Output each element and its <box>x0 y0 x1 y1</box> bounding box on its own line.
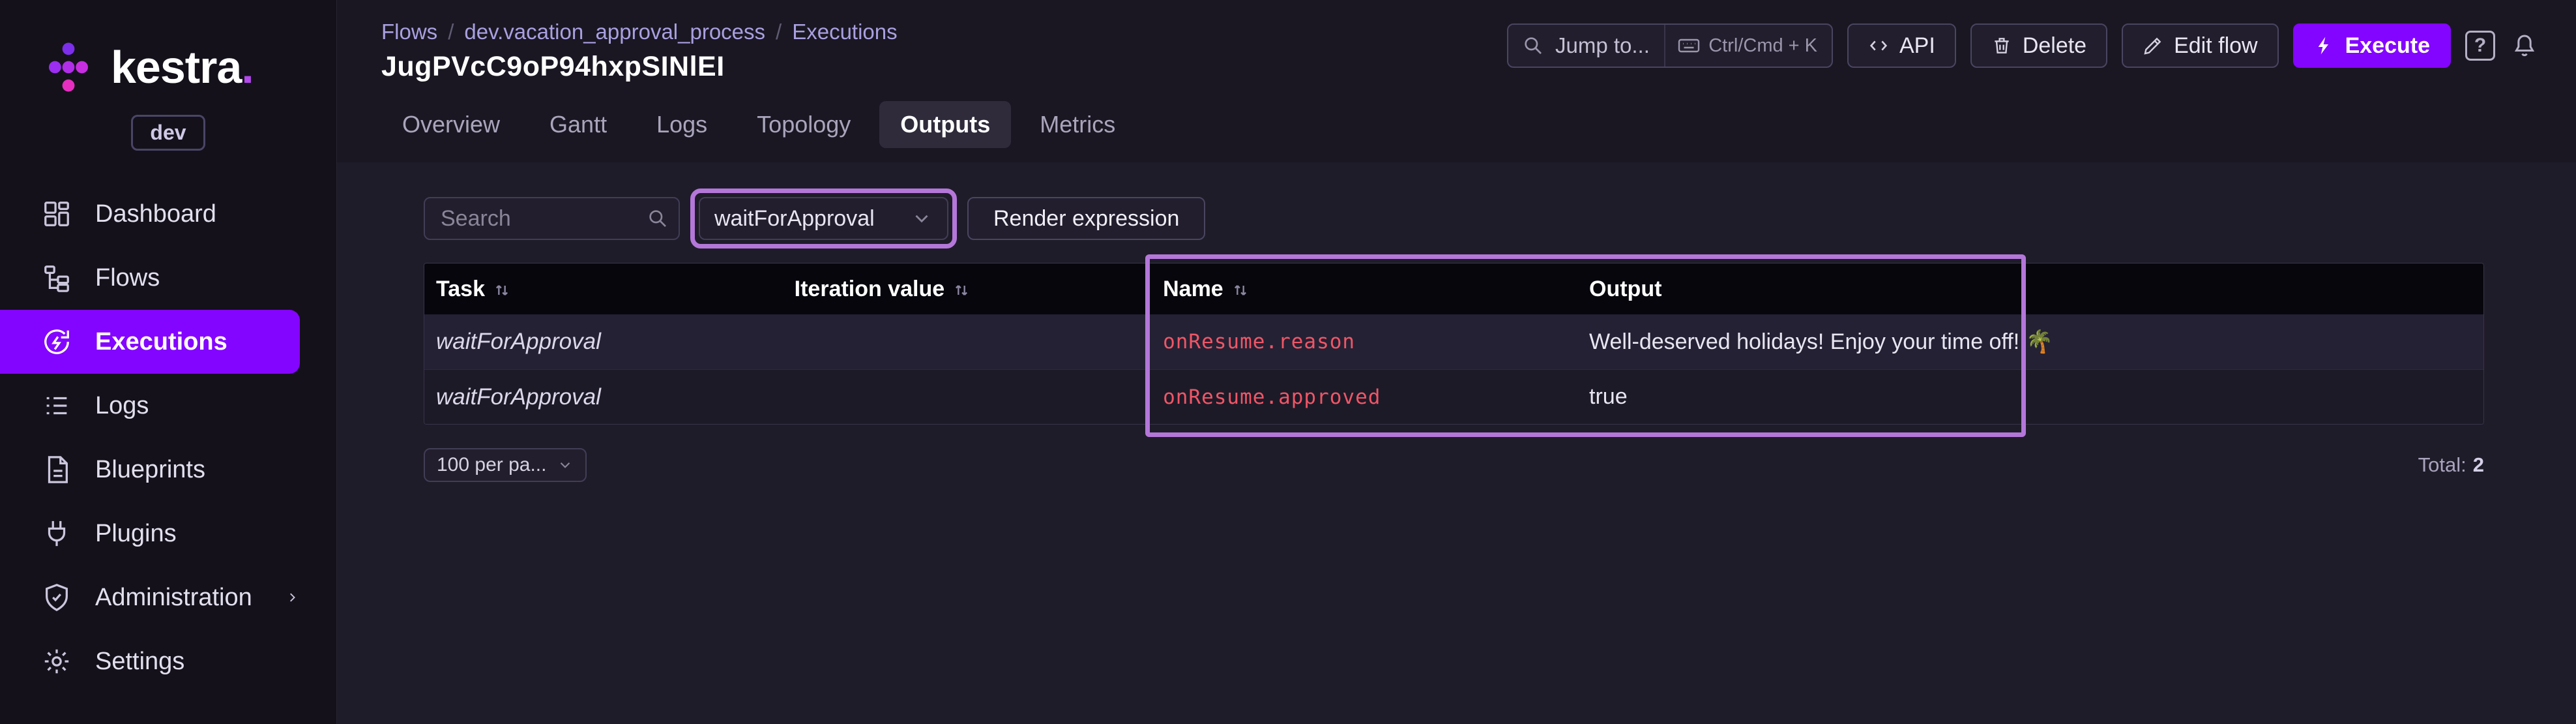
chevron-down-icon <box>557 457 574 474</box>
tab-topology[interactable]: Topology <box>736 101 871 148</box>
sidebar-item-settings[interactable]: Settings <box>0 629 300 693</box>
table-row: waitForApproval onResume.reason Well-des… <box>424 314 2483 369</box>
pencil-icon <box>2143 35 2163 56</box>
keyboard-icon <box>1677 34 1701 57</box>
sidebar-nav: Dashboard Flows Executions Logs <box>0 182 336 693</box>
outputs-filter-bar: waitForApproval Render expression <box>424 189 2484 249</box>
api-icon <box>1868 35 1889 56</box>
table-header-row: Task Iteration value Name <box>424 264 2483 314</box>
delete-button[interactable]: Delete <box>1970 23 2107 68</box>
sidebar-item-label: Logs <box>95 392 149 420</box>
main-panel: Flows / dev.vacation_approval_process / … <box>337 0 2576 724</box>
output-name-value: onResume.approved <box>1163 385 1381 409</box>
keyboard-shortcut: Ctrl/Cmd + K <box>1664 25 1817 67</box>
task-filter-select[interactable]: waitForApproval <box>699 197 948 240</box>
help-button[interactable]: ? <box>2465 31 2495 61</box>
column-header-name[interactable]: Name <box>1151 277 1577 302</box>
sidebar-item-blueprints[interactable]: Blueprints <box>0 438 300 502</box>
sidebar-item-dashboard[interactable]: Dashboard <box>0 182 300 246</box>
tab-metrics[interactable]: Metrics <box>1019 101 1136 148</box>
kestra-logo-icon <box>39 38 98 97</box>
select-highlight-annotation: waitForApproval <box>690 189 957 249</box>
search-input[interactable] <box>424 197 680 240</box>
sort-icon <box>952 280 971 298</box>
breadcrumb-separator: / <box>776 20 782 44</box>
sidebar-item-flows[interactable]: Flows <box>0 246 300 310</box>
tab-overview[interactable]: Overview <box>381 101 521 148</box>
sidebar-item-label: Flows <box>95 264 160 292</box>
column-header-output: Output <box>1577 277 2483 302</box>
topbar-actions: Jump to... Ctrl/Cmd + K API <box>1507 23 2539 68</box>
tab-logs[interactable]: Logs <box>636 101 728 148</box>
kestra-app: kestra. dev Dashboard Flows Executions <box>0 0 2576 724</box>
total-count-value: 2 <box>2473 453 2484 477</box>
plugins-icon <box>42 519 72 549</box>
sidebar-item-logs[interactable]: Logs <box>0 374 300 438</box>
sidebar-item-label: Administration <box>95 584 252 612</box>
sidebar-item-executions[interactable]: Executions <box>0 310 300 374</box>
tab-outputs[interactable]: Outputs <box>879 101 1011 148</box>
trash-icon <box>1991 35 2012 56</box>
per-page-select[interactable]: 100 per pa... <box>424 448 587 482</box>
search-icon <box>1523 35 1544 56</box>
tab-gantt[interactable]: Gantt <box>529 101 628 148</box>
chevron-right-icon <box>285 586 300 609</box>
search-icon <box>647 208 668 229</box>
sidebar: kestra. dev Dashboard Flows Executions <box>0 0 337 724</box>
breadcrumb-flow-id[interactable]: dev.vacation_approval_process <box>464 20 765 44</box>
execute-button[interactable]: Execute <box>2293 23 2451 68</box>
table-row: waitForApproval onResume.approved true <box>424 369 2483 424</box>
kestra-logo[interactable]: kestra. <box>0 31 336 103</box>
sidebar-item-label: Executions <box>95 328 227 356</box>
output-value: true <box>1589 384 1628 410</box>
blueprints-icon <box>42 455 72 485</box>
chevron-down-icon <box>911 207 933 230</box>
sort-icon <box>1231 280 1250 298</box>
column-header-iteration-value[interactable]: Iteration value <box>783 277 1151 302</box>
wordmark-dot: . <box>241 42 253 93</box>
notifications-bell-button[interactable] <box>2510 31 2539 61</box>
jump-to-placeholder: Jump to... <box>1555 33 1650 58</box>
wordmark: kestra. <box>111 41 254 93</box>
settings-gear-icon <box>42 646 72 676</box>
bell-icon <box>2511 33 2538 59</box>
output-value: Well-deserved holidays! Enjoy your time … <box>1589 329 2053 355</box>
lightning-icon <box>2314 35 2335 56</box>
jump-to-search[interactable]: Jump to... Ctrl/Cmd + K <box>1507 23 1833 68</box>
sidebar-item-label: Blueprints <box>95 456 205 484</box>
task-id-value: waitForApproval <box>436 329 601 355</box>
output-name-value: onResume.reason <box>1163 330 1355 354</box>
breadcrumb-flows[interactable]: Flows <box>381 20 437 44</box>
sidebar-item-label: Plugins <box>95 520 177 548</box>
logs-icon <box>42 391 72 421</box>
render-expression-button[interactable]: Render expression <box>967 197 1205 240</box>
task-id-value: waitForApproval <box>436 384 601 410</box>
top-bar: Flows / dev.vacation_approval_process / … <box>337 0 2576 162</box>
environment-badge: dev <box>131 115 205 151</box>
sidebar-item-plugins[interactable]: Plugins <box>0 502 300 566</box>
administration-icon <box>42 582 72 612</box>
sort-icon <box>493 280 511 298</box>
total-count: Total: 2 <box>2418 453 2484 477</box>
executions-icon <box>42 327 72 357</box>
breadcrumb-executions[interactable]: Executions <box>792 20 897 44</box>
outputs-table: Task Iteration value Name <box>424 263 2484 425</box>
dashboard-icon <box>42 199 72 229</box>
sidebar-item-label: Settings <box>95 648 184 676</box>
breadcrumb-separator: / <box>448 20 454 44</box>
api-button[interactable]: API <box>1847 23 1956 68</box>
execution-tabs: Overview Gantt Logs Topology Outputs Met… <box>381 101 2539 148</box>
search-field-wrap <box>424 197 680 240</box>
edit-flow-button[interactable]: Edit flow <box>2122 23 2279 68</box>
outputs-content: waitForApproval Render expression Task <box>337 162 2576 724</box>
sidebar-item-label: Dashboard <box>95 200 216 228</box>
flows-icon <box>42 263 72 293</box>
sidebar-item-administration[interactable]: Administration <box>0 566 300 629</box>
column-header-task[interactable]: Task <box>424 277 783 302</box>
table-footer: 100 per pa... Total: 2 <box>424 448 2484 482</box>
